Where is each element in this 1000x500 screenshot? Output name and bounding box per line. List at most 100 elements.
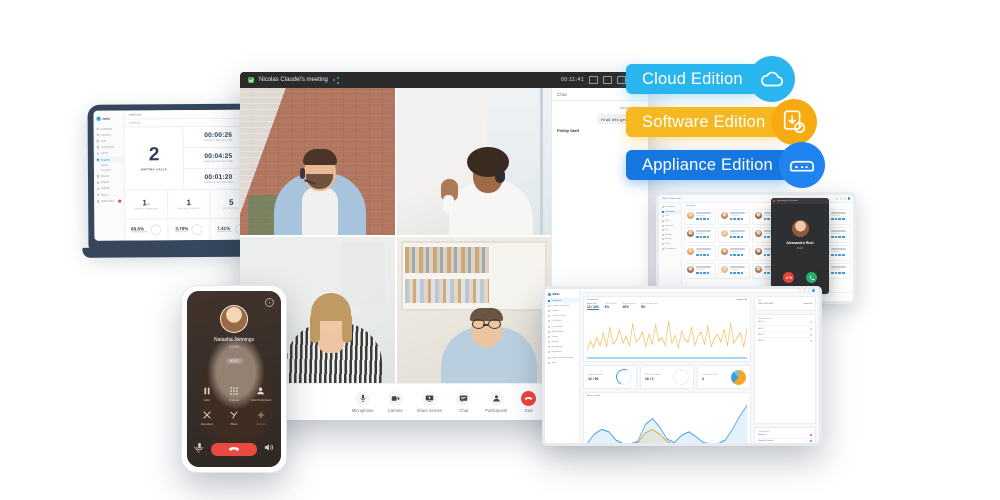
share-screen-button[interactable]: Share Screen (417, 390, 442, 413)
contact-card[interactable] (717, 263, 750, 279)
topbar-icon[interactable] (803, 289, 806, 292)
chat-icon[interactable] (767, 217, 770, 221)
badge-cloud-edition[interactable]: Cloud Edition (626, 56, 795, 102)
attended-transfer-button[interactable]: Attended (193, 410, 220, 426)
chat-icon[interactable] (834, 253, 838, 257)
chat-icon[interactable] (699, 217, 703, 221)
more-icon[interactable] (841, 253, 845, 257)
reject-call-icon[interactable] (783, 272, 794, 283)
chat-icon[interactable] (699, 271, 703, 275)
more-icon[interactable] (740, 217, 744, 221)
video-icon[interactable] (838, 217, 841, 221)
microphone-button[interactable]: Microphone (352, 390, 374, 413)
nav-item[interactable]: Notifications (94, 198, 124, 204)
call-icon[interactable] (696, 271, 699, 275)
call-icon[interactable] (831, 271, 834, 275)
share-icon[interactable] (332, 76, 340, 84)
more-icon[interactable] (841, 271, 845, 275)
speaker-icon[interactable] (263, 440, 274, 458)
picture-in-picture-icon[interactable] (617, 76, 626, 84)
kpi-active-calls[interactable]: Active Calls 12 / 100 (587, 303, 599, 311)
video-tile[interactable] (396, 88, 551, 235)
video-icon[interactable] (736, 235, 740, 239)
video-icon[interactable] (736, 217, 740, 221)
chat-icon[interactable] (733, 235, 736, 239)
topbar-icon[interactable] (807, 289, 811, 292)
video-icon[interactable] (736, 271, 740, 275)
dialpad-button[interactable]: Dialpad (220, 386, 247, 402)
chat-icon[interactable] (699, 253, 703, 257)
more-icon[interactable] (740, 235, 744, 239)
more-icon[interactable] (740, 271, 744, 275)
video-icon[interactable] (838, 253, 841, 257)
mute-icon[interactable] (193, 440, 205, 458)
accept-call-icon[interactable] (806, 272, 817, 283)
blind-transfer-button[interactable]: Blind (220, 410, 247, 426)
avatar[interactable] (812, 289, 815, 292)
kpi-storage[interactable]: Local Storage Usage 5% (641, 303, 658, 311)
video-icon[interactable] (703, 253, 706, 257)
contacts-nav-item[interactable]: Phonebooks (659, 246, 681, 251)
call-icon[interactable] (696, 217, 699, 221)
kpi-cpu[interactable]: CPU Utilization 3% (605, 303, 617, 311)
chat-icon[interactable] (699, 235, 703, 239)
kpi-memory[interactable]: Memory Usage 40% (623, 303, 635, 311)
more-icon[interactable] (706, 235, 710, 239)
call-icon[interactable] (763, 253, 767, 257)
contact-card[interactable] (717, 209, 750, 225)
contact-card[interactable] (717, 245, 750, 261)
badge-appliance-edition[interactable]: Appliance Edition (626, 142, 825, 188)
speaker-view-icon[interactable] (603, 76, 612, 84)
record-button[interactable]: Record (248, 410, 275, 426)
video-tile[interactable] (396, 236, 551, 383)
camera-button[interactable]: Camera (387, 390, 403, 413)
hold-button[interactable]: Hold (193, 386, 220, 402)
call-icon[interactable] (729, 253, 733, 257)
contact-card[interactable] (717, 227, 750, 243)
video-icon[interactable] (703, 217, 706, 221)
chat-icon[interactable] (767, 271, 770, 275)
contact-card[interactable] (684, 209, 716, 225)
call-icon[interactable] (763, 271, 767, 275)
call-icon[interactable] (729, 217, 733, 221)
video-tile[interactable] (240, 88, 395, 235)
video-icon[interactable] (703, 271, 706, 275)
close-icon[interactable] (773, 200, 775, 202)
video-icon[interactable] (736, 253, 740, 257)
call-icon[interactable] (696, 235, 699, 239)
chat-icon[interactable] (767, 253, 770, 257)
more-icon[interactable] (841, 217, 845, 221)
call-icon[interactable] (831, 217, 834, 221)
chat-icon[interactable] (733, 271, 736, 275)
more-icon[interactable] (706, 217, 710, 221)
contact-card[interactable] (684, 227, 716, 243)
titlebar-icon[interactable] (843, 197, 847, 200)
call-icon[interactable] (763, 235, 767, 239)
more-icon[interactable] (706, 253, 710, 257)
titlebar-icon[interactable] (839, 197, 843, 200)
call-icon[interactable] (831, 253, 834, 257)
topbar-icon[interactable] (798, 289, 802, 292)
chat-icon[interactable] (767, 235, 770, 239)
chat-button[interactable]: Chat (456, 390, 472, 413)
chat-icon[interactable] (834, 271, 838, 275)
end-call-button[interactable]: End (521, 390, 537, 413)
contact-card[interactable] (684, 263, 716, 279)
badge-software-edition[interactable]: Software Edition (626, 99, 818, 145)
call-icon[interactable] (831, 235, 834, 239)
video-icon[interactable] (838, 235, 841, 239)
call-icon[interactable] (729, 235, 733, 239)
chat-icon[interactable] (733, 217, 736, 221)
video-icon[interactable] (703, 235, 706, 239)
more-icon[interactable] (841, 235, 845, 239)
chat-icon[interactable] (834, 235, 838, 239)
call-icon[interactable] (729, 271, 733, 275)
hangup-button[interactable] (211, 442, 257, 456)
chat-icon[interactable] (834, 217, 838, 221)
call-icon[interactable] (696, 253, 699, 257)
more-icon[interactable] (740, 253, 744, 257)
add-participant-button[interactable]: Add Participant (248, 386, 275, 402)
participants-button[interactable]: Participants (485, 390, 507, 413)
chat-icon[interactable] (733, 253, 736, 257)
contact-card[interactable] (684, 245, 716, 261)
